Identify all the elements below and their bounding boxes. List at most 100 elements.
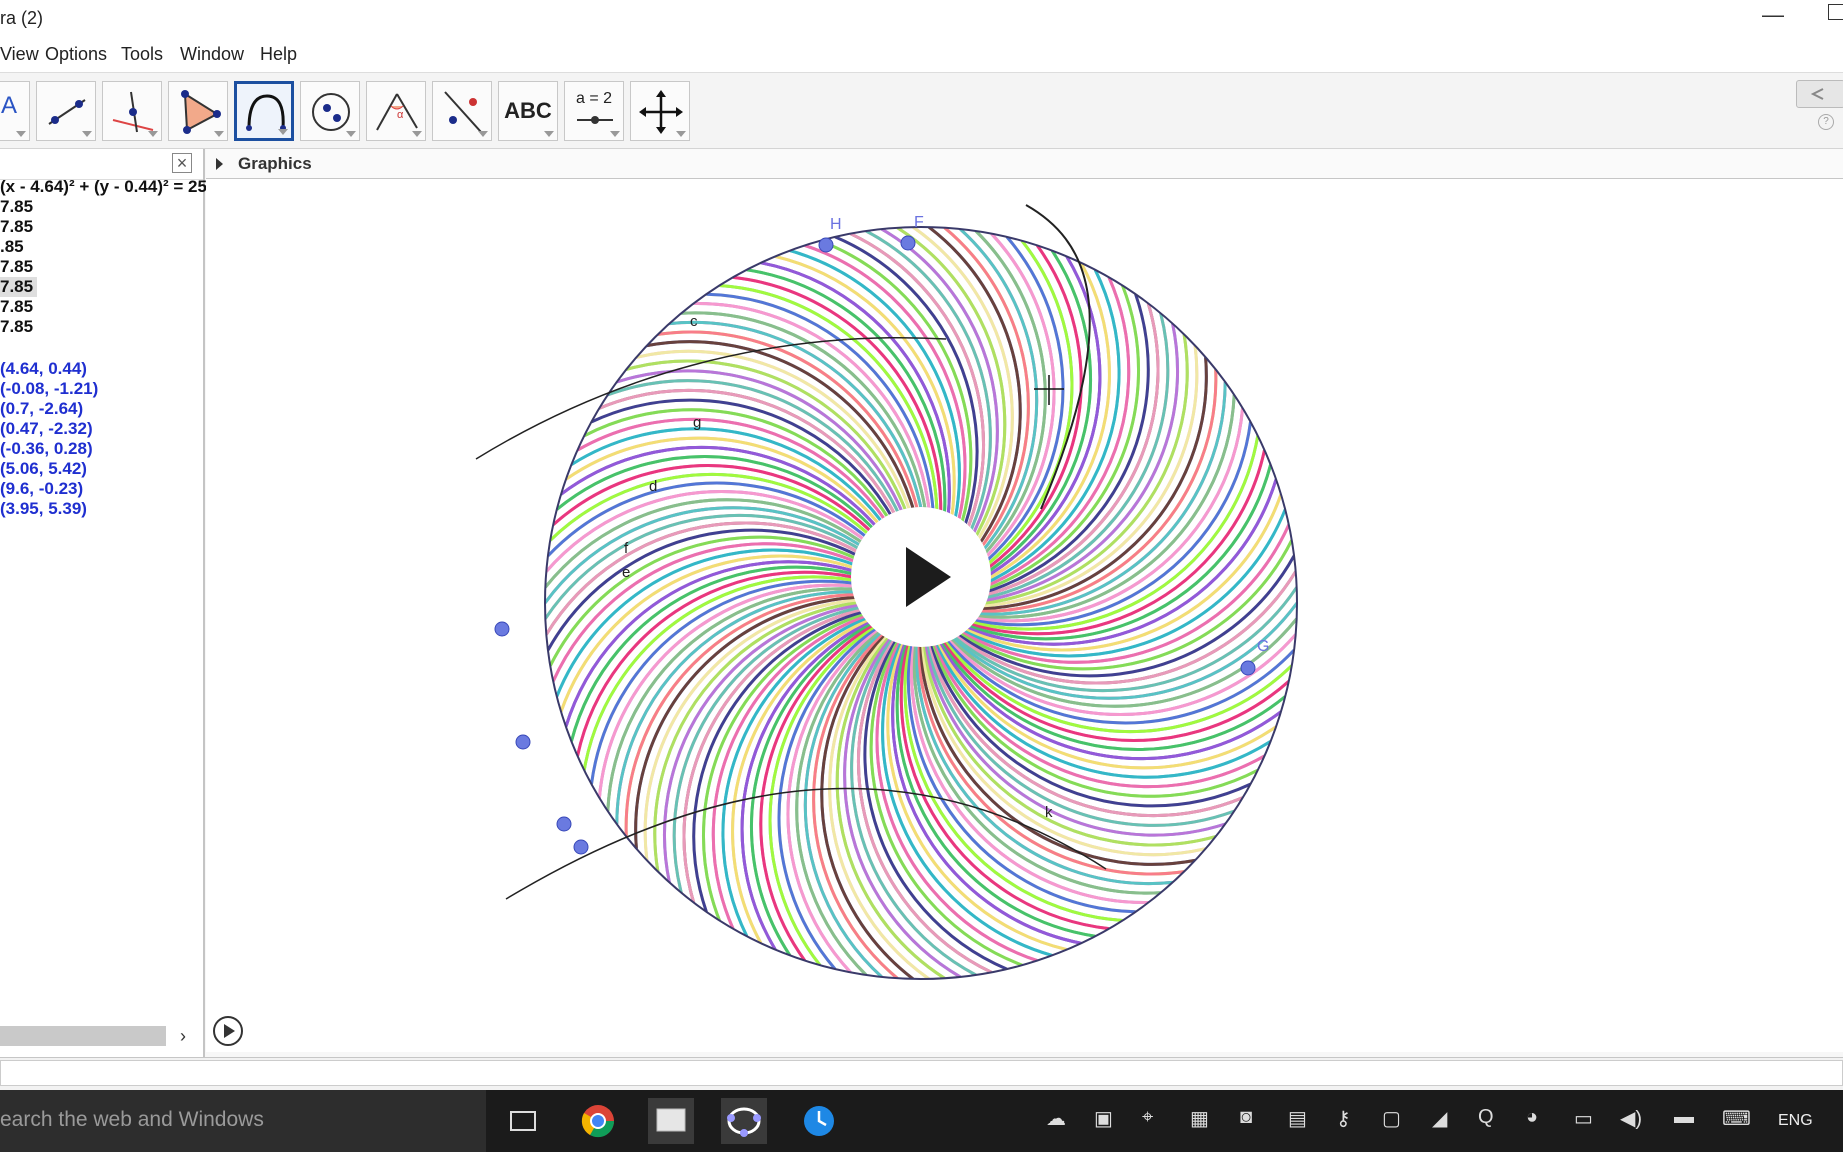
algebra-row[interactable]: 7.85 — [0, 197, 33, 217]
curve-label-c: c — [690, 313, 698, 330]
color-palette-icon[interactable]: ▦ — [1190, 1106, 1209, 1131]
file-explorer-taskbar-button[interactable] — [648, 1098, 694, 1144]
line-tool-button[interactable] — [36, 81, 96, 141]
keyboard-icon[interactable]: ⌨ — [1722, 1106, 1751, 1131]
algebra-row[interactable]: 7.85 — [0, 277, 38, 297]
text-tool-label: ABC — [504, 98, 552, 123]
menu-view[interactable]: View — [0, 44, 39, 65]
language-indicator[interactable]: ENG — [1778, 1112, 1813, 1130]
algebra-header: × — [0, 149, 203, 180]
reflect-tool-button[interactable] — [432, 81, 492, 141]
arc-icon — [246, 94, 286, 131]
algebra-row[interactable]: 7.85 — [0, 257, 33, 277]
algebra-view: × (x - 4.64)² + (y - 0.44)² = 25 7.85 7.85… — [0, 149, 207, 1057]
point-row[interactable]: (9.6, -0.23) — [0, 479, 83, 499]
help-icon[interactable]: ? — [1818, 114, 1834, 130]
label-G: G — [1257, 638, 1269, 655]
polygon-tool-button[interactable] — [168, 81, 228, 141]
chrome-taskbar-button[interactable] — [575, 1098, 621, 1144]
maximize-button[interactable] — [1828, 4, 1843, 20]
point-F[interactable] — [900, 235, 916, 251]
task-view-button[interactable] — [500, 1098, 546, 1144]
menu-options[interactable]: Options — [45, 44, 107, 65]
taskbar: earch the web and Windows ☁ ▣ ⌖ ▦ ◙ ▤ ⚷ … — [0, 1090, 1843, 1152]
device-icon[interactable]: ▢ — [1382, 1106, 1401, 1131]
input-bar — [0, 1057, 1843, 1090]
geogebra-taskbar-button[interactable] — [721, 1098, 767, 1144]
point-bottom-left-a[interactable] — [556, 816, 572, 832]
text-tool-button[interactable]: ABC — [498, 81, 558, 141]
volume-icon[interactable]: ◀) — [1620, 1106, 1642, 1131]
triangle-right-icon[interactable] — [216, 158, 223, 170]
graphics-title: Graphics — [238, 154, 312, 173]
point-bottom-left-b[interactable] — [573, 839, 589, 855]
point-G[interactable] — [1240, 660, 1256, 676]
monitor-icon[interactable]: ▤ — [1288, 1106, 1307, 1131]
point-row[interactable]: (5.06, 5.42) — [0, 459, 87, 479]
point-H[interactable] — [818, 237, 834, 253]
geogebra-icon — [727, 1107, 761, 1137]
label-F: F — [914, 214, 924, 231]
point-left[interactable] — [494, 621, 510, 637]
notification-icon[interactable]: ▬ — [1674, 1106, 1694, 1129]
curve-label-d: d — [649, 478, 657, 495]
animation-play-button[interactable] — [212, 1015, 244, 1047]
clock-taskbar-button[interactable] — [796, 1098, 842, 1144]
slider-tool-button[interactable]: a = 2 — [564, 81, 624, 141]
app-q-icon[interactable]: Q — [1478, 1106, 1494, 1129]
chrome-icon — [581, 1105, 615, 1138]
graphics-view[interactable]: H F G c g d f e k — [206, 179, 1843, 1052]
clock-icon — [804, 1106, 834, 1136]
move-tool-button[interactable]: A — [0, 81, 30, 141]
algebra-row[interactable]: .85 — [0, 237, 24, 257]
menu-help[interactable]: Help — [260, 44, 297, 65]
satellite-icon[interactable]: ⌖ — [1142, 1106, 1153, 1129]
move-graphics-tool-button[interactable] — [630, 81, 690, 141]
key-icon[interactable]: ⚷ — [1336, 1106, 1351, 1131]
title-bar: ra (2) — — [0, 0, 1843, 34]
angle-tool-button[interactable]: α — [366, 81, 426, 141]
horizontal-scrollbar[interactable] — [0, 1026, 166, 1046]
perpendicular-tool-button[interactable] — [102, 81, 162, 141]
svg-text:α: α — [397, 109, 404, 121]
point-row[interactable]: (-0.36, 0.28) — [0, 439, 93, 459]
point-left-low[interactable] — [515, 734, 531, 750]
antivirus-icon[interactable]: ◕ — [1526, 1106, 1538, 1129]
minimize-button[interactable]: — — [1762, 2, 1784, 28]
graphics-canvas[interactable]: H F G c g d f e k — [206, 179, 1843, 1052]
algebra-row[interactable]: (x - 4.64)² + (y - 0.44)² = 25 — [0, 177, 207, 197]
input-field[interactable] — [0, 1060, 1843, 1086]
chevron-right-icon[interactable]: › — [180, 1026, 186, 1047]
wifi-icon[interactable]: ◢ — [1432, 1106, 1447, 1131]
menu-tools[interactable]: Tools — [121, 44, 163, 65]
algebra-row[interactable]: 7.85 — [0, 317, 33, 337]
algebra-row[interactable]: 7.85 — [0, 297, 33, 317]
a-icon: A — [1, 92, 18, 119]
point-row[interactable]: (0.7, -2.64) — [0, 399, 83, 419]
folder-icon[interactable]: ▣ — [1094, 1106, 1113, 1131]
circular-arc-tool-button[interactable] — [234, 81, 294, 141]
algebra-row[interactable]: 7.85 — [0, 217, 33, 237]
chat-icon[interactable]: ◙ — [1240, 1106, 1252, 1129]
undo-icon — [1810, 88, 1824, 100]
curve-label-e: e — [622, 564, 630, 581]
search-box[interactable]: earch the web and Windows — [0, 1090, 486, 1152]
task-view-icon — [510, 1111, 536, 1131]
toolbar: A α ABC a = 2 — [0, 73, 1843, 149]
circle-tool-button[interactable] — [300, 81, 360, 141]
graphics-header: Graphics — [206, 149, 1843, 179]
point-row[interactable]: (4.64, 0.44) — [0, 359, 87, 379]
menu-window[interactable]: Window — [180, 44, 244, 65]
search-input[interactable]: earch the web and Windows — [0, 1108, 264, 1132]
point-row[interactable]: (0.47, -2.32) — [0, 419, 93, 439]
window-title: ra (2) — [0, 8, 44, 28]
battery-icon[interactable]: ▭ — [1574, 1106, 1593, 1131]
undo-button[interactable] — [1796, 80, 1843, 108]
curve-label-k: k — [1045, 804, 1053, 821]
close-icon[interactable]: × — [172, 153, 192, 173]
point-row[interactable]: (-0.08, -1.21) — [0, 379, 98, 399]
menu-bar: View Options Tools Window Help — [0, 34, 1843, 73]
point-row[interactable]: (3.95, 5.39) — [0, 499, 87, 519]
curve-label-g: g — [693, 414, 701, 431]
cloud-icon[interactable]: ☁ — [1046, 1106, 1066, 1131]
